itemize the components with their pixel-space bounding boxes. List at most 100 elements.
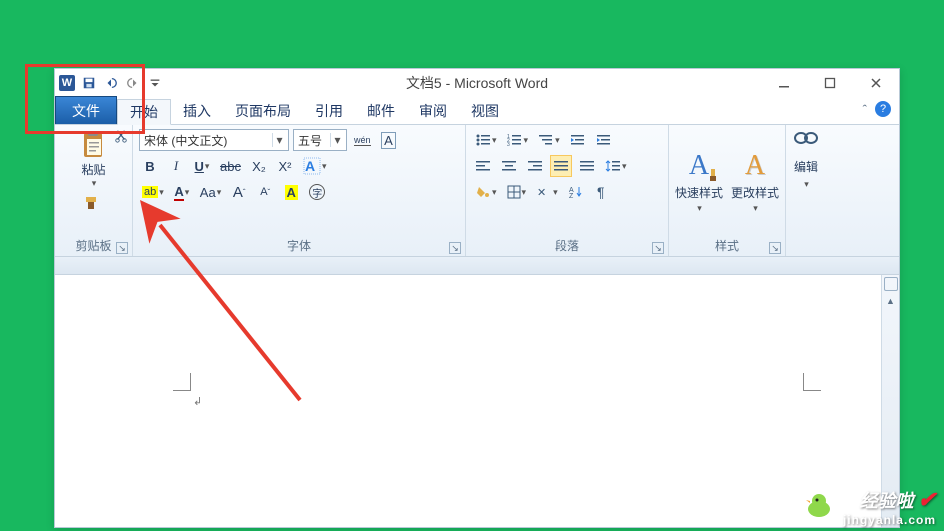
svg-text:A: A	[305, 158, 315, 174]
paste-button[interactable]: 粘贴 ▾	[78, 129, 110, 189]
grow-a: A	[233, 184, 243, 201]
svg-text:✕: ✕	[537, 187, 546, 199]
group-font-label: 字体	[287, 239, 311, 253]
char-shading-a: A	[285, 185, 298, 200]
paragraph-dialog-launcher[interactable]: ↘	[652, 242, 664, 254]
subscript-button[interactable]: X₂	[248, 155, 270, 177]
scroll-up-button[interactable]: ▲	[882, 293, 899, 309]
font-name-value: 宋体 (中文正文)	[144, 132, 272, 149]
tab-review[interactable]: 审阅	[407, 98, 459, 124]
superscript-button[interactable]: X²	[274, 155, 296, 177]
line-spacing-button[interactable]: ▾	[602, 155, 630, 177]
help-button[interactable]: ?	[875, 101, 891, 117]
align-justify-button[interactable]	[550, 155, 572, 177]
ruler	[55, 257, 899, 275]
group-styles-label: 样式	[715, 239, 739, 253]
distributed-button[interactable]	[576, 155, 598, 177]
multilevel-list-button[interactable]: ▾	[535, 129, 563, 151]
group-paragraph-label: 段落	[555, 239, 579, 253]
watermark: 经验啦✔ jingyanla.com	[843, 487, 936, 527]
minimize-ribbon-button[interactable]: ˆ	[863, 102, 867, 117]
group-styles: A 快速样式 ▾ A 更改样式 ▾ 样式 ↘	[669, 125, 786, 256]
highlight-ab: ab	[142, 186, 158, 198]
align-right-button[interactable]	[524, 155, 546, 177]
clipboard-dialog-launcher[interactable]: ↘	[116, 242, 128, 254]
annotation-highlight-box	[25, 64, 145, 134]
styles-dialog-launcher[interactable]: ↘	[769, 242, 781, 254]
font-name-combo[interactable]: 宋体 (中文正文)▾	[139, 129, 289, 151]
document-page[interactable]: ↲	[55, 275, 881, 527]
asian-layout-button[interactable]: ✕▾	[533, 181, 561, 203]
enclose-chars-button[interactable]: 字	[306, 181, 328, 203]
align-left-button[interactable]	[472, 155, 494, 177]
font-size-combo[interactable]: 五号▾	[293, 129, 347, 151]
enclose-char: 字	[309, 184, 325, 200]
paste-dropdown[interactable]: ▾	[92, 178, 97, 189]
watermark-line2: jingyanla.com	[843, 513, 936, 527]
ribbon: 粘贴 ▾ 剪贴板 ↘ 宋体 (中文正文)▾	[55, 125, 899, 257]
decrease-indent-button[interactable]	[567, 129, 589, 151]
font-size-value: 五号	[298, 132, 330, 149]
tab-mail[interactable]: 邮件	[355, 98, 407, 124]
underline-button[interactable]: U▾	[191, 155, 213, 177]
tab-layout[interactable]: 页面布局	[223, 98, 303, 124]
svg-text:3: 3	[507, 142, 510, 147]
grow-font-button[interactable]: Aˆ	[228, 181, 250, 203]
svg-text:¶: ¶	[597, 185, 605, 199]
highlight-color-button[interactable]: ab▾	[139, 181, 167, 203]
watermark-line1: 经验啦	[860, 491, 914, 511]
tab-insert[interactable]: 插入	[171, 98, 223, 124]
italic-button[interactable]: I	[165, 155, 187, 177]
watermark-check-icon: ✔	[918, 487, 936, 512]
numbering-button[interactable]: 123▾	[504, 129, 532, 151]
window-controls	[761, 69, 899, 97]
underline-u: U	[195, 159, 204, 174]
paragraph-mark-icon: ↲	[193, 395, 202, 408]
document-area: ↲ ▲	[55, 275, 899, 527]
tab-references[interactable]: 引用	[303, 98, 355, 124]
align-center-button[interactable]	[498, 155, 520, 177]
shading-button[interactable]: ▾	[472, 181, 500, 203]
font-color-button[interactable]: A▾	[171, 181, 193, 203]
change-case-aa: Aa	[200, 185, 216, 200]
editing-dropdown[interactable]: ▾	[804, 179, 809, 190]
shrink-a: A	[260, 186, 267, 198]
char-border-a: A	[381, 132, 396, 149]
increase-indent-button[interactable]	[593, 129, 615, 151]
char-border-button[interactable]: A	[378, 129, 400, 151]
minimize-button[interactable]	[761, 69, 807, 97]
tab-view[interactable]: 视图	[459, 98, 511, 124]
shrink-font-button[interactable]: Aˇ	[254, 181, 276, 203]
titlebar: W 文档5 - Microsoft Word	[55, 69, 899, 97]
font-dialog-launcher[interactable]: ↘	[449, 242, 461, 254]
sort-button[interactable]: AZ	[565, 181, 587, 203]
char-shading-button[interactable]: A	[280, 181, 302, 203]
bold-button[interactable]: B	[139, 155, 161, 177]
borders-button[interactable]: ▾	[504, 181, 530, 203]
margin-corner-tr	[803, 373, 821, 391]
group-editing-label: 编辑	[794, 158, 818, 175]
group-font: 宋体 (中文正文)▾ 五号▾ wén A B I U▾ abc X₂	[133, 125, 466, 256]
group-clipboard: 粘贴 ▾ 剪贴板 ↘	[55, 125, 133, 256]
watermark-bird-icon	[804, 491, 834, 519]
bullets-button[interactable]: ▾	[472, 129, 500, 151]
close-button[interactable]	[853, 69, 899, 97]
phonetic-wen: wén	[354, 135, 371, 146]
change-styles-button[interactable]: A 更改样式 ▾	[731, 150, 779, 214]
group-paragraph: ▾ 123▾ ▾ ▾ ▾ ▾ ✕▾	[466, 125, 669, 256]
text-effect-button[interactable]: A▾	[300, 155, 330, 177]
strikethrough-button[interactable]: abc	[217, 155, 244, 177]
ribbon-tabs: 文件 开始 插入 页面布局 引用 邮件 审阅 视图 ˆ ?	[55, 97, 899, 125]
paste-label: 粘贴	[81, 161, 105, 178]
phonetic-guide-button[interactable]: wén	[351, 129, 374, 151]
find-button[interactable]	[792, 129, 820, 154]
change-case-button[interactable]: Aa▾	[197, 181, 224, 203]
word-window: W 文档5 - Microsoft Word	[54, 68, 900, 528]
qat-customize-button[interactable]	[147, 75, 163, 91]
split-view-icon[interactable]	[884, 277, 898, 291]
format-painter-button[interactable]	[84, 195, 104, 214]
font-color-a: A	[174, 184, 183, 201]
maximize-button[interactable]	[807, 69, 853, 97]
quick-styles-button[interactable]: A 快速样式 ▾	[675, 150, 723, 214]
show-marks-button[interactable]: ¶	[591, 181, 613, 203]
